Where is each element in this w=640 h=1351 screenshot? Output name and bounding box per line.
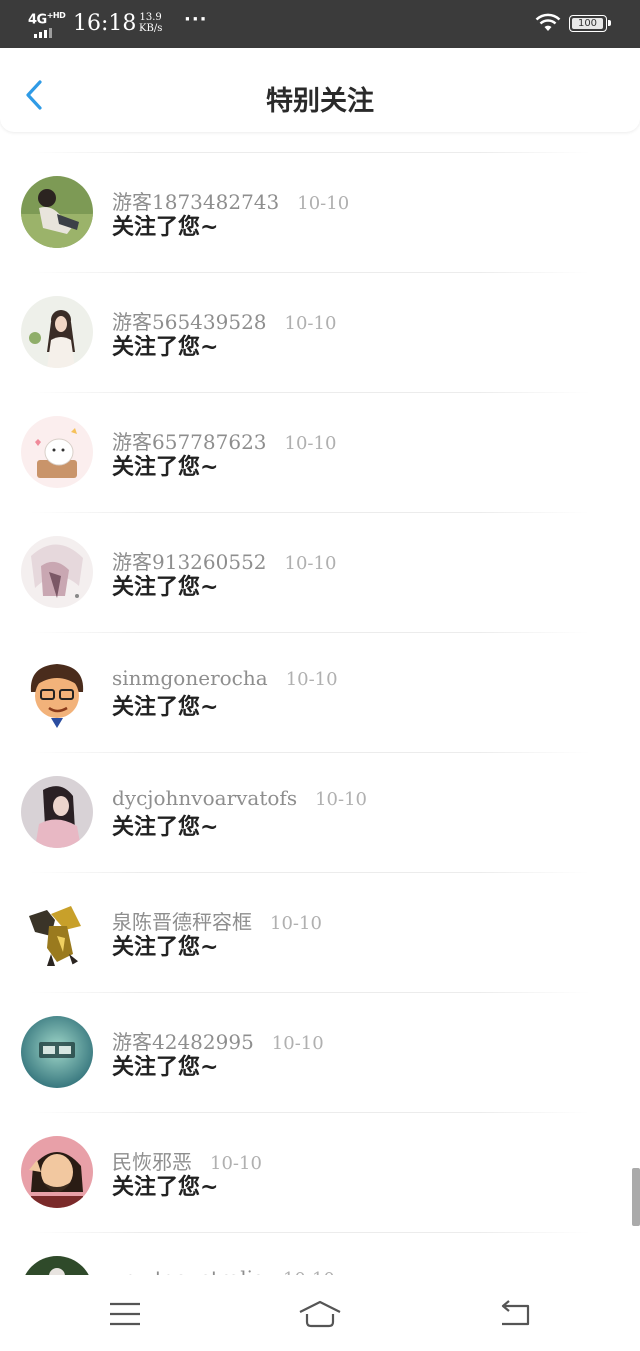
speed-unit: KB/s <box>139 23 163 34</box>
battery-icon: 100 <box>569 15 611 32</box>
signal-icon <box>34 28 52 38</box>
scrollbar-thumb[interactable] <box>632 1168 640 1226</box>
user-name-line: uqwtgaustralia10-10 <box>112 1266 335 1275</box>
avatar[interactable] <box>21 896 93 968</box>
status-bar: 4G+HD 16:18 13.9 KB/s ··· 100 <box>0 0 640 48</box>
network-suffix: +HD <box>46 11 66 20</box>
user-name: sinmgonerocha <box>112 666 268 690</box>
follow-message: 关注了您~ <box>112 814 219 840</box>
clock: 16:18 <box>73 11 137 36</box>
network-indicator: 4G+HD <box>28 11 66 28</box>
user-name: uqwtgaustralia <box>112 1266 265 1275</box>
divider <box>30 152 590 153</box>
list-item[interactable]: 游客42482995 10-10 关注了您~ <box>0 992 640 1112</box>
speed-value: 13.9 <box>139 12 162 23</box>
list-item[interactable]: sinmgonerocha 10-10 关注了您~ <box>0 632 640 752</box>
divider <box>30 512 590 513</box>
network-speed: 13.9 KB/s <box>139 12 162 34</box>
follow-list[interactable]: 游客1873482743 10-10 关注了您~ 游客565439528 10-10… <box>0 152 640 1275</box>
avatar[interactable] <box>21 1016 93 1088</box>
battery-level: 100 <box>572 17 603 29</box>
header: 特别关注 <box>0 48 640 132</box>
divider <box>30 1112 590 1113</box>
user-name: dycjohnvoarvatofs <box>112 786 298 810</box>
list-item[interactable]: dycjohnvoarvatofs 10-10 关注了您~ <box>0 752 640 872</box>
follow-date: 10-10 <box>271 1033 324 1054</box>
list-item[interactable]: 民恢邪恶 10-10 关注了您~ <box>0 1112 640 1232</box>
wifi-icon <box>535 13 561 37</box>
menu-button[interactable] <box>105 1299 145 1329</box>
list-item[interactable]: 泉陈晋德秤容框 10-10 关注了您~ <box>0 872 640 992</box>
divider <box>30 992 590 993</box>
follow-date: 10-10 <box>284 313 337 334</box>
divider <box>30 1232 590 1233</box>
divider <box>30 392 590 393</box>
user-name-line: dycjohnvoarvatofs 10-10 <box>112 786 367 810</box>
follow-date: 10-10 <box>297 193 350 214</box>
network-type: 4G <box>28 12 47 28</box>
avatar[interactable] <box>21 1136 93 1208</box>
follow-date: 10-10 <box>315 789 367 810</box>
user-name-line: sinmgonerocha 10-10 <box>112 666 338 690</box>
list-item[interactable]: 游客913260552 10-10 关注了您~ <box>0 512 640 632</box>
divider <box>30 752 590 753</box>
list-item[interactable]: 游客565439528 10-10 关注了您~ <box>0 272 640 392</box>
follow-message: 关注了您~ <box>112 334 219 360</box>
home-icon <box>299 1300 341 1328</box>
avatar[interactable] <box>21 176 93 248</box>
return-icon <box>501 1300 530 1326</box>
avatar[interactable] <box>21 296 93 368</box>
follow-message: 关注了您~ <box>112 454 219 480</box>
avatar[interactable] <box>21 656 93 728</box>
list-item[interactable]: 游客1873482743 10-10 关注了您~ <box>0 152 640 272</box>
bottom-nav <box>0 1275 640 1351</box>
follow-date: 10-10 <box>284 433 337 454</box>
follow-message: 关注了您~ <box>112 1054 219 1080</box>
system-back-button[interactable] <box>495 1299 535 1329</box>
follow-message: 关注了您~ <box>112 574 219 600</box>
page-title: 特别关注 <box>266 86 374 117</box>
avatar[interactable] <box>21 776 93 848</box>
home-button[interactable] <box>297 1299 343 1329</box>
follow-message: 关注了您~ <box>112 1174 219 1200</box>
follow-message: 关注了您~ <box>112 214 219 240</box>
list-item[interactable]: 游客657787623 10-10 关注了您~ <box>0 392 640 512</box>
follow-date: 10-10 <box>270 913 322 934</box>
avatar[interactable] <box>21 1256 93 1275</box>
follow-message: 关注了您~ <box>112 934 219 960</box>
divider <box>30 272 590 273</box>
divider <box>30 872 590 873</box>
avatar[interactable] <box>21 416 93 488</box>
follow-message: 关注了您~ <box>112 694 219 720</box>
divider <box>30 632 590 633</box>
menu-icon <box>110 1302 140 1326</box>
avatar[interactable] <box>21 536 93 608</box>
follow-date: 10-10 <box>285 669 338 690</box>
list-item[interactable]: uqwtgaustralia10-10 <box>0 1232 640 1275</box>
follow-date: 10-10 <box>284 553 337 574</box>
more-notifications-icon: ··· <box>184 9 208 30</box>
